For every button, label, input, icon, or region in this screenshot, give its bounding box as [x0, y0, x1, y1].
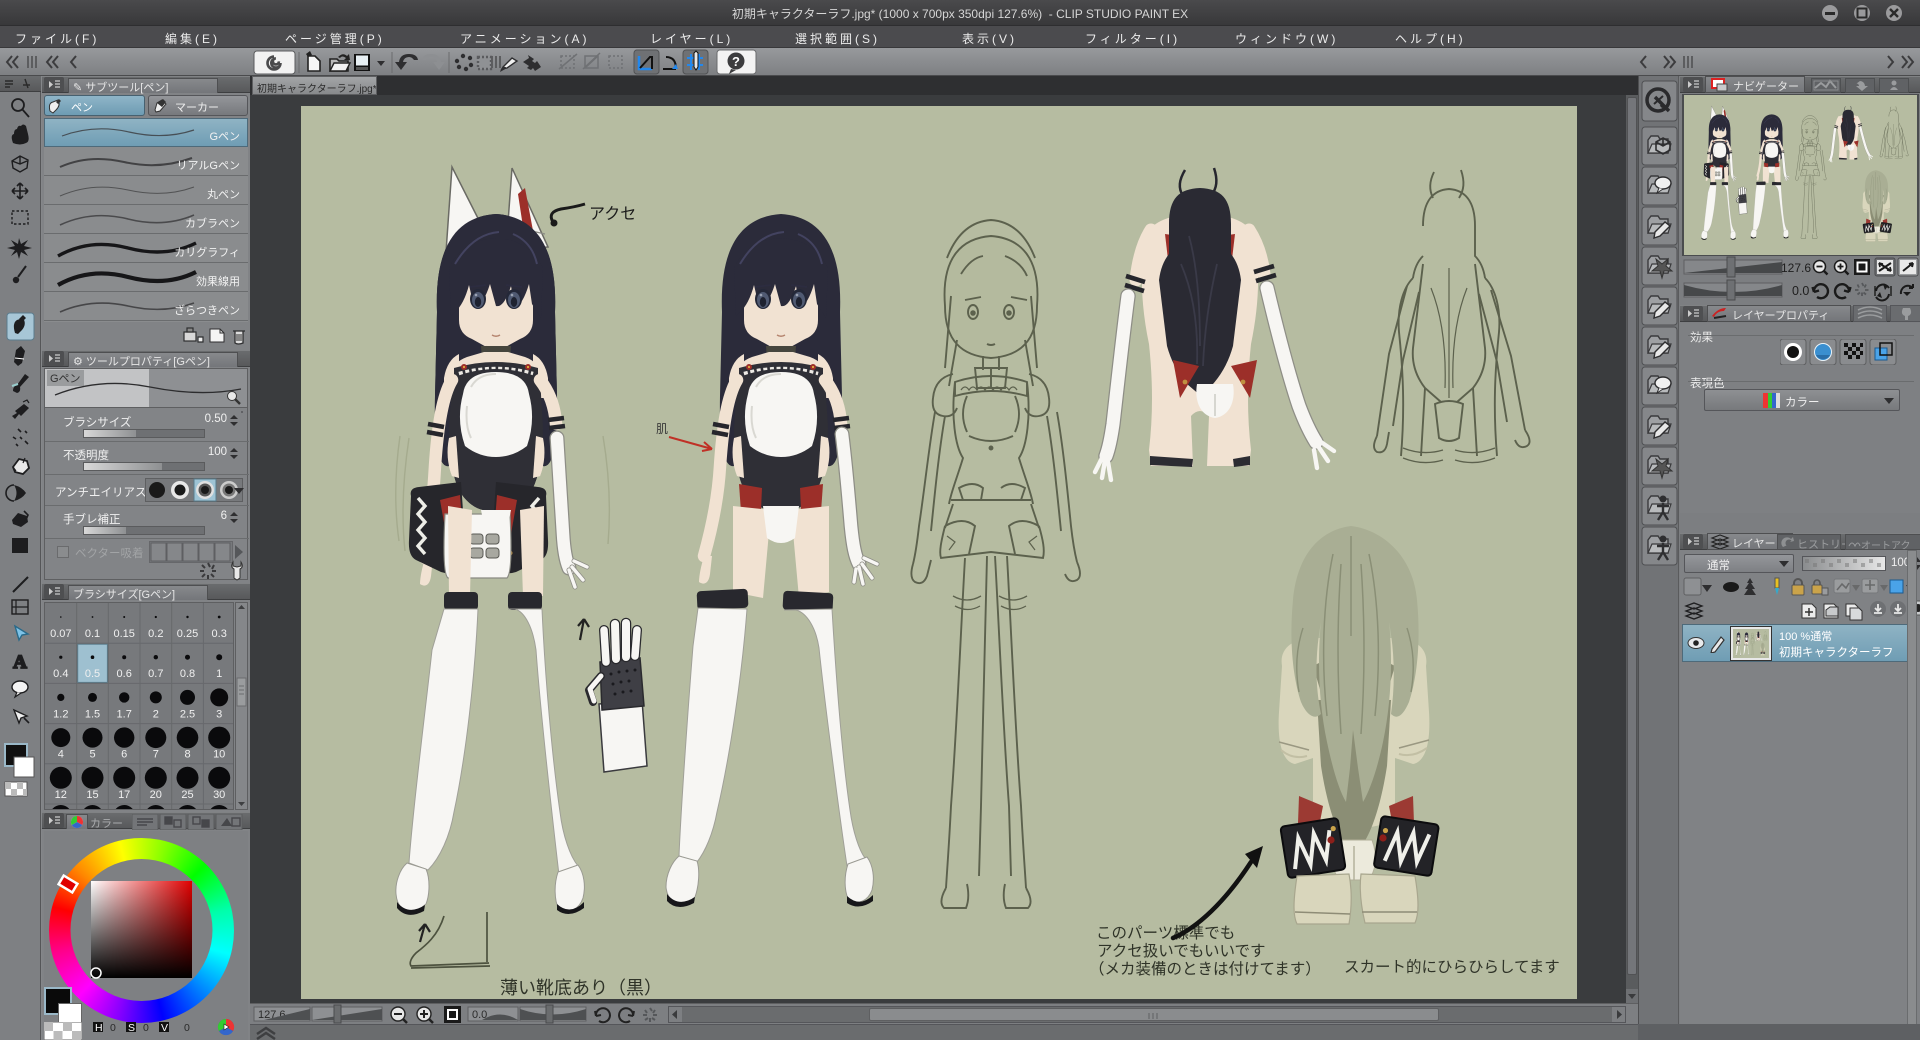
svg-text:1.7: 1.7 — [117, 708, 132, 720]
svg-text:6: 6 — [121, 749, 127, 761]
svg-text:4: 4 — [58, 749, 64, 761]
svg-text:7: 7 — [153, 749, 159, 761]
svg-text:薄い靴底あり（黒）: 薄い靴底あり（黒） — [500, 978, 662, 998]
svg-text:0.1: 0.1 — [85, 628, 100, 640]
svg-text:0.6: 0.6 — [117, 668, 132, 680]
svg-text:0.25: 0.25 — [177, 628, 198, 640]
svg-text:0.7: 0.7 — [148, 668, 163, 680]
svg-text:0: 0 — [143, 1022, 149, 1034]
svg-text:0.8: 0.8 — [180, 668, 195, 680]
svg-text:V: V — [161, 1022, 168, 1034]
svg-text:0: 0 — [184, 1022, 190, 1034]
svg-text:127.6: 127.6 — [1781, 261, 1811, 275]
svg-text:30: 30 — [213, 789, 225, 801]
svg-text:アクセ: アクセ — [589, 205, 636, 223]
svg-text:0.4: 0.4 — [53, 668, 68, 680]
svg-text:1: 1 — [216, 668, 222, 680]
svg-text:Gペン: Gペン — [209, 131, 240, 143]
svg-text:2.5: 2.5 — [180, 708, 195, 720]
svg-text:0: 0 — [110, 1022, 116, 1034]
svg-text:肌: 肌 — [656, 422, 668, 436]
svg-text:8: 8 — [184, 749, 190, 761]
svg-text:リアルGペン: リアルGペン — [177, 160, 240, 172]
svg-text:効果線用: 効果線用 — [196, 274, 240, 288]
svg-text:15: 15 — [86, 789, 98, 801]
svg-text:カブラペン: カブラペン — [185, 216, 240, 230]
svg-text:1.2: 1.2 — [53, 708, 68, 720]
svg-text:S: S — [128, 1022, 135, 1034]
svg-text:丸ペン: 丸ペン — [207, 188, 240, 201]
svg-text:3: 3 — [216, 708, 222, 720]
svg-text:5: 5 — [89, 749, 95, 761]
svg-text:（メカ装備のときは付けてます）: （メカ装備のときは付けてます） — [1089, 960, 1321, 978]
svg-text:20: 20 — [150, 789, 162, 801]
svg-text:0.07: 0.07 — [50, 628, 71, 640]
svg-text:?: ? — [732, 54, 740, 69]
svg-text:0.15: 0.15 — [113, 628, 134, 640]
svg-text:H: H — [95, 1022, 103, 1034]
svg-text:0.3: 0.3 — [212, 628, 227, 640]
svg-text:2: 2 — [153, 708, 159, 720]
svg-text:スカート的にひらひらしてます: スカート的にひらひらしてます — [1344, 958, 1560, 976]
svg-text:0.2: 0.2 — [148, 628, 163, 640]
svg-text:17: 17 — [118, 789, 130, 801]
svg-text:このパーツ標準でも: このパーツ標準でも — [1096, 924, 1235, 942]
svg-text:アクセ扱いでもいいです: アクセ扱いでもいいです — [1097, 942, 1266, 960]
svg-text:0.0: 0.0 — [1792, 284, 1809, 298]
svg-text:ざらつきペン: ざらつきペン — [174, 303, 240, 317]
svg-text:カリグラフィ: カリグラフィ — [174, 245, 240, 259]
svg-text:0.5: 0.5 — [85, 668, 100, 680]
svg-text:25: 25 — [181, 789, 193, 801]
svg-text:10: 10 — [213, 749, 225, 761]
svg-text:A: A — [13, 652, 27, 673]
svg-text:12: 12 — [55, 789, 67, 801]
svg-text:1.5: 1.5 — [85, 708, 100, 720]
